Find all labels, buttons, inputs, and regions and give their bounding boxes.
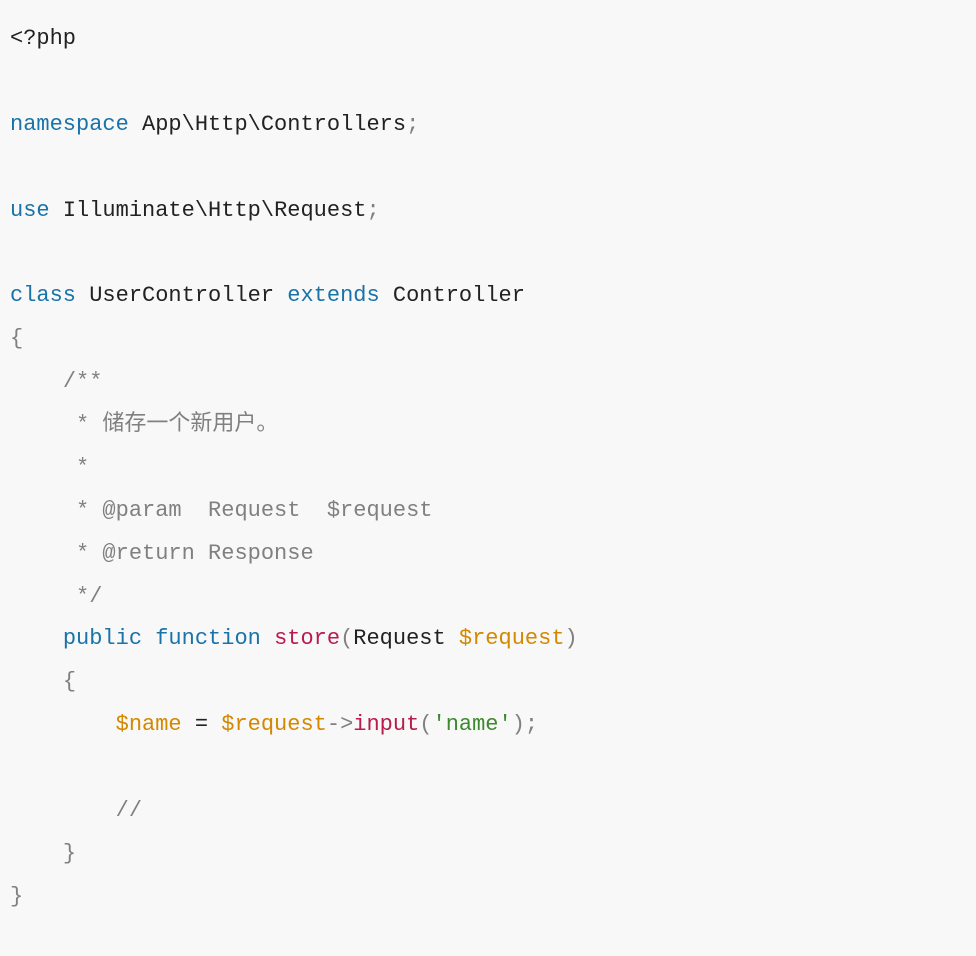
rbrace: } <box>63 841 76 866</box>
use-part: Http <box>208 198 261 223</box>
semi: ; <box>406 112 419 137</box>
code-block: <?php namespace App\Http\Controllers; us… <box>0 0 976 937</box>
rparen: ) <box>565 626 578 651</box>
var-name: $name <box>116 712 182 737</box>
semi: ; <box>525 712 538 737</box>
arrow: -> <box>327 712 353 737</box>
bslash: \ <box>182 112 195 137</box>
class-name: UserController <box>89 283 274 308</box>
kw-function: function <box>155 626 261 651</box>
doc-line: * <box>63 455 89 480</box>
lbrace: { <box>10 326 23 351</box>
str-name: 'name' <box>433 712 512 737</box>
kw-namespace: namespace <box>10 112 129 137</box>
param-type: Request <box>353 626 445 651</box>
php-open-tag: <?php <box>10 26 76 51</box>
method-name: store <box>274 626 340 651</box>
kw-public: public <box>63 626 142 651</box>
doc-open: /** <box>63 369 103 394</box>
lbrace: { <box>63 669 76 694</box>
req-var: $request <box>221 712 327 737</box>
bslash: \ <box>195 198 208 223</box>
kw-class: class <box>10 283 76 308</box>
bslash: \ <box>261 198 274 223</box>
semi: ; <box>366 198 379 223</box>
use-part: Request <box>274 198 366 223</box>
doc-line: * 储存一个新用户。 <box>63 412 279 437</box>
use-part: Illuminate <box>63 198 195 223</box>
ns-part: Controllers <box>261 112 406 137</box>
param-var: $request <box>459 626 565 651</box>
inline-comment: // <box>116 798 142 823</box>
lparen: ( <box>419 712 432 737</box>
doc-close: */ <box>63 584 103 609</box>
eq: = <box>182 712 222 737</box>
ns-part: App <box>142 112 182 137</box>
lparen: ( <box>340 626 353 651</box>
kw-use: use <box>10 198 50 223</box>
parent-name: Controller <box>393 283 525 308</box>
doc-line: * @param Request $request <box>63 498 433 523</box>
ns-part: Http <box>195 112 248 137</box>
input-call: input <box>353 712 419 737</box>
kw-extends: extends <box>287 283 379 308</box>
doc-line: * @return Response <box>63 541 314 566</box>
bslash: \ <box>248 112 261 137</box>
rbrace: } <box>10 884 23 909</box>
rparen: ) <box>512 712 525 737</box>
